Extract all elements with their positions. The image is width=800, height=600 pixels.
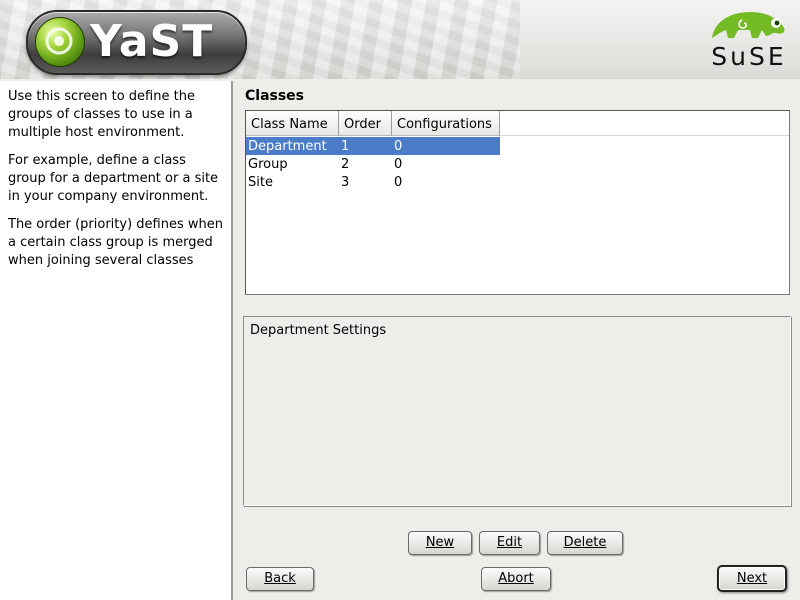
cell-configurations: 0 <box>394 139 403 154</box>
cell-class-name: Group <box>248 157 288 172</box>
suse-chameleon-icon <box>712 12 785 38</box>
yast-logo-text: YaST <box>90 16 214 67</box>
next-button[interactable]: Next <box>717 565 787 592</box>
delete-button[interactable]: Delete <box>547 531 623 555</box>
table-header: Class Name Order Configurations <box>246 111 789 136</box>
table-row-group[interactable]: Group 2 0 <box>246 155 500 173</box>
help-paragraph-3: The order (priority) defines when a cert… <box>8 217 223 268</box>
back-button[interactable]: Back <box>246 567 314 591</box>
class-settings-frame <box>243 316 791 506</box>
column-header-order[interactable]: Order <box>339 111 392 136</box>
help-paragraph-2: For example, define a class group for a … <box>8 153 219 204</box>
cell-order: 2 <box>341 157 350 172</box>
new-button[interactable]: New <box>408 531 472 555</box>
table-row-site[interactable]: Site 3 0 <box>246 173 500 191</box>
edit-button[interactable]: Edit <box>479 531 540 555</box>
column-header-configurations[interactable]: Configurations <box>392 111 500 136</box>
classes-table[interactable]: Class Name Order Configurations Departme… <box>245 110 790 295</box>
cell-class-name: Site <box>248 175 273 190</box>
cell-configurations: 0 <box>394 157 403 172</box>
table-row-department[interactable]: Department 1 0 <box>246 137 500 155</box>
header-banner: YaST SuSE <box>0 0 800 79</box>
abort-button[interactable]: Abort <box>481 567 551 591</box>
cell-configurations: 0 <box>394 175 403 190</box>
yast-logo: YaST <box>26 10 247 75</box>
cell-class-name: Department <box>248 139 327 154</box>
cell-order: 1 <box>341 139 350 154</box>
column-header-class-name[interactable]: Class Name <box>246 111 339 136</box>
column-header-filler <box>500 111 789 136</box>
suse-logo-text: SuSE <box>711 42 787 71</box>
class-settings-title: Department Settings <box>250 323 387 338</box>
page-title: Classes <box>245 88 305 104</box>
yast-logo-icon <box>35 17 85 67</box>
help-paragraph-1: Use this screen to define the groups of … <box>8 89 195 140</box>
cell-order: 3 <box>341 175 350 190</box>
suse-logo: SuSE <box>706 8 792 74</box>
help-panel: Use this screen to define the groups of … <box>0 81 233 600</box>
